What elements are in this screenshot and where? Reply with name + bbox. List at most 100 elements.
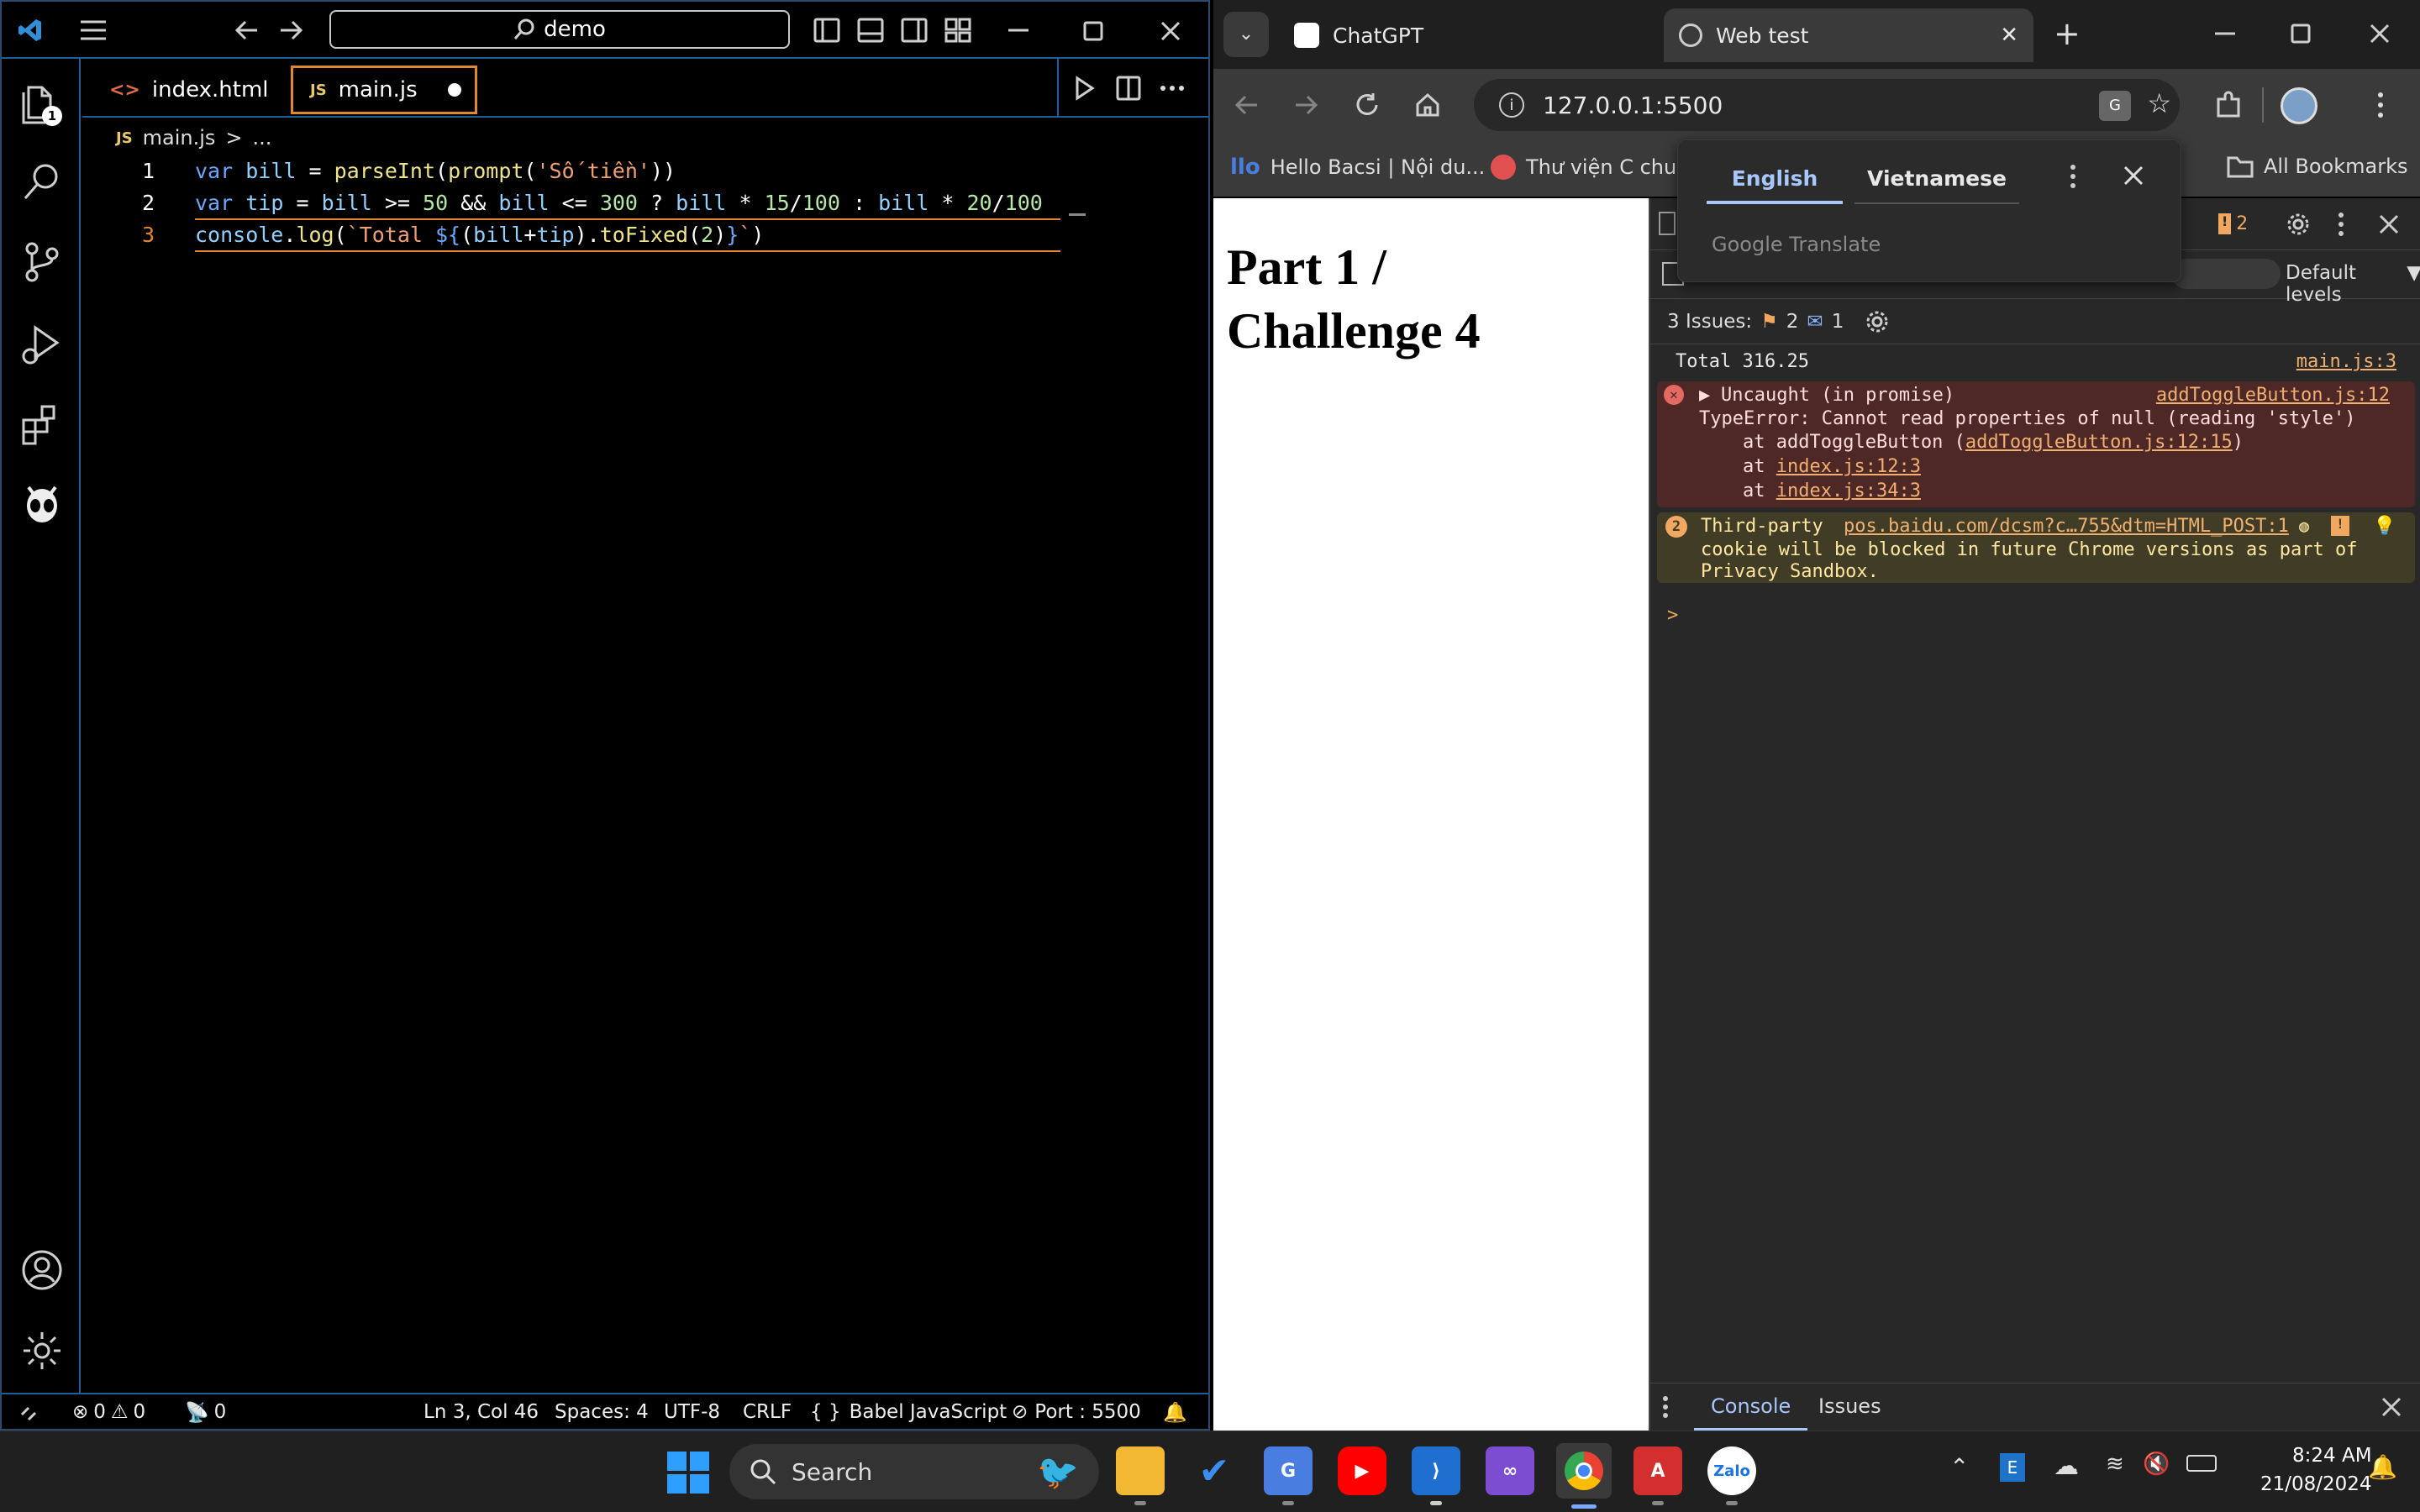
code-text[interactable]: console.log(`Total ${(bill+tip).toFixed(…	[195, 223, 764, 247]
issues-settings-icon[interactable]	[1865, 310, 1889, 333]
drawer-tab-issues[interactable]: Issues	[1802, 1383, 1898, 1431]
cursor-position[interactable]: Ln 3, Col 46	[424, 1401, 539, 1423]
minimize-icon[interactable]	[2213, 25, 2237, 42]
back-arrow-icon[interactable]	[1234, 92, 1259, 118]
log-source-link[interactable]: main.js:3	[2296, 351, 2396, 372]
devtools-menu-icon[interactable]	[2338, 212, 2344, 237]
close-icon[interactable]	[2370, 24, 2390, 44]
devtools-close-icon[interactable]	[2378, 213, 2400, 235]
toggle-primary-sidebar-icon[interactable]	[813, 17, 840, 44]
breadcrumb-file[interactable]: main.js	[143, 126, 216, 150]
extensions-icon[interactable]	[20, 403, 64, 447]
extensions-puzzle-icon[interactable]	[2215, 91, 2244, 119]
site-info-icon[interactable]: i	[1499, 92, 1524, 118]
tab-web-test[interactable]: Web test ✕	[1664, 8, 2033, 62]
bell-icon[interactable]: 🔔	[1163, 1401, 1187, 1424]
top-error-count[interactable]: ! 2	[2218, 213, 2248, 234]
devtools-settings-icon[interactable]	[2286, 212, 2311, 237]
taskbar-search[interactable]: Search 🐦	[729, 1444, 1099, 1499]
line-ending[interactable]: CRLF	[743, 1401, 792, 1423]
code-text[interactable]: var tip = bill >= 50 && bill <= 300 ? bi…	[195, 191, 1043, 215]
code-text[interactable]: var bill = parseInt(prompt('Số tiền'))	[195, 159, 676, 183]
tab-index-html[interactable]: <> index.html	[92, 66, 286, 114]
stack-link[interactable]: index.js:34:3	[1776, 480, 1921, 501]
translate-options-icon[interactable]	[2070, 164, 2076, 189]
url-text[interactable]: 127.0.0.1:5500	[1543, 92, 1723, 119]
gear-icon[interactable]	[20, 1329, 64, 1373]
back-arrow-icon[interactable]	[234, 18, 259, 42]
translate-tab-english[interactable]: English	[1707, 160, 1843, 204]
all-bookmarks[interactable]: All Bookmarks	[2227, 155, 2407, 178]
issues-bar[interactable]: 3 Issues: ⚑ 2 ✉ 1	[1650, 299, 2420, 344]
run-debug-icon[interactable]	[20, 323, 64, 366]
maximize-icon[interactable]	[1082, 20, 1104, 42]
tab-main-js[interactable]: JS main.js	[291, 66, 477, 114]
file-explorer-app[interactable]	[1116, 1446, 1165, 1505]
minimize-icon[interactable]	[1007, 20, 1030, 40]
tab-search-chevron-icon[interactable]: ⌄	[1223, 12, 1269, 57]
chrome-app[interactable]	[1556, 1443, 1612, 1509]
language-mode[interactable]: { } Babel JavaScript	[810, 1401, 1007, 1423]
error-source-link[interactable]: addToggleButton.js:12	[2156, 385, 2390, 406]
breadcrumb-rest[interactable]: ...	[253, 126, 272, 150]
network-icon[interactable]: ◍	[2299, 516, 2309, 536]
forward-arrow-icon[interactable]	[1294, 92, 1319, 118]
chrome-menu-icon[interactable]	[2376, 91, 2385, 119]
zalo-app[interactable]: Zalo	[1707, 1446, 1756, 1505]
profile-avatar[interactable]	[2281, 87, 2317, 124]
translate-close-icon[interactable]	[2123, 165, 2144, 186]
visual-studio-app[interactable]: ∞	[1486, 1446, 1534, 1495]
source-control-icon[interactable]	[22, 240, 62, 284]
pdf-reader-app[interactable]: A	[1634, 1446, 1682, 1505]
forward-arrow-icon[interactable]	[279, 18, 304, 42]
notifications-icon[interactable]: 🔔	[2368, 1453, 2397, 1481]
bookmark-star-icon[interactable]: ☆	[2147, 87, 2171, 119]
lightbulb-icon[interactable]: 💡	[2373, 516, 2396, 537]
reload-icon[interactable]	[1355, 92, 1380, 118]
battery-icon[interactable]	[2186, 1455, 2217, 1472]
new-tab-icon[interactable]: +	[2054, 15, 2081, 52]
more-actions-icon[interactable]	[1160, 84, 1185, 92]
encoding[interactable]: UTF-8	[664, 1401, 720, 1423]
wifi-icon[interactable]: ≋	[2106, 1452, 2124, 1477]
ports-status[interactable]: 📡 0	[185, 1401, 226, 1424]
tray-app-icon[interactable]: E	[2000, 1453, 2025, 1482]
google-translate-app[interactable]: G	[1264, 1446, 1313, 1505]
breadcrumb[interactable]: JS main.js > ...	[82, 121, 271, 155]
unsaved-dot-icon[interactable]	[448, 83, 461, 97]
warning-source-link[interactable]: pos.baidu.com/dcsm?c…755&dtm=HTML_POST:1	[1844, 516, 2289, 537]
close-tab-icon[interactable]: ✕	[2000, 23, 2018, 48]
console-prompt[interactable]: >	[1667, 605, 1678, 626]
translate-icon[interactable]: G	[2099, 91, 2131, 121]
live-server-port[interactable]: ⊘ Port : 5500	[1012, 1401, 1141, 1423]
problems-status[interactable]: ⊗ 0 ⚠ 0	[72, 1401, 145, 1423]
toggle-panel-icon[interactable]	[857, 17, 884, 44]
drawer-tab-console[interactable]: Console	[1694, 1383, 1808, 1431]
filter-input[interactable]	[2171, 259, 2281, 289]
explorer-button[interactable]: 1	[20, 81, 62, 128]
code-line-2[interactable]: 2 var tip = bill >= 50 && bill <= 300 ? …	[82, 186, 1043, 218]
volume-muted-icon[interactable]: 🔇	[2143, 1452, 2170, 1477]
drawer-menu-icon[interactable]	[1662, 1395, 1669, 1419]
menu-icon[interactable]	[79, 18, 108, 42]
alien-extension-icon[interactable]	[20, 482, 64, 526]
search-icon[interactable]	[22, 161, 62, 202]
indentation[interactable]: Spaces: 4	[555, 1401, 649, 1423]
system-clock[interactable]: 8:24 AM 21/08/2024	[2260, 1441, 2372, 1499]
onedrive-icon[interactable]: ☁	[2054, 1452, 2079, 1481]
bookmark-thu-vien-c[interactable]: Thư viện C chuẩn	[1491, 155, 1702, 180]
remote-icon[interactable]	[18, 1403, 39, 1423]
inspect-icon[interactable]	[1659, 212, 1676, 235]
maximize-icon[interactable]	[2291, 24, 2311, 44]
home-icon[interactable]	[1415, 92, 1440, 118]
code-line-1[interactable]: 1 var bill = parseInt(prompt('Số tiền'))	[82, 155, 676, 186]
split-editor-icon[interactable]	[1116, 76, 1141, 101]
start-button[interactable]	[667, 1452, 709, 1494]
tray-chevron-icon[interactable]: ⌃	[1949, 1453, 1969, 1481]
translate-tab-vietnamese[interactable]: Vietnamese	[1854, 160, 2019, 204]
account-icon[interactable]	[20, 1248, 64, 1292]
todo-app[interactable]: ✔	[1190, 1446, 1239, 1495]
run-file-icon[interactable]	[1072, 76, 1096, 101]
drawer-close-icon[interactable]	[2381, 1397, 2402, 1417]
vscode-app[interactable]: ⟩	[1412, 1446, 1460, 1505]
